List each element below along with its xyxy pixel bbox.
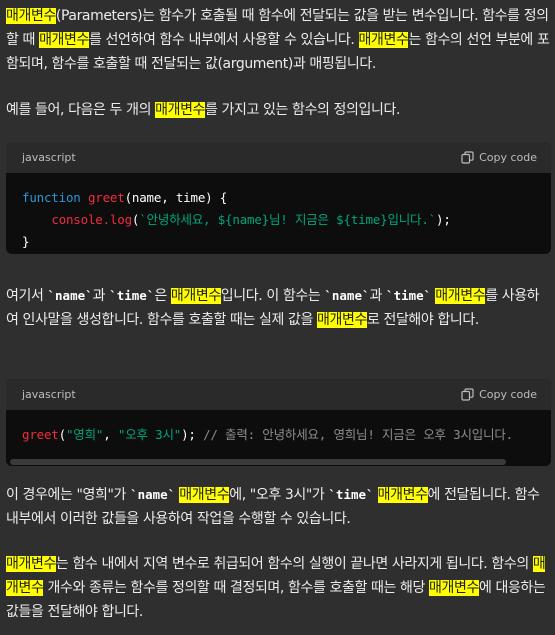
- paragraph-summary: 매개변수는 함수 내에서 지역 변수로 취급되어 함수의 실행이 끝나면 사라지…: [6, 556, 546, 620]
- inline-code: `name`: [324, 288, 370, 303]
- highlight-term: 매개변수: [429, 580, 479, 596]
- inline-code: `time`: [386, 288, 432, 303]
- scrollbar-thumb[interactable]: [10, 459, 506, 465]
- code-content: function greet(name, time) { console.log…: [22, 190, 451, 249]
- highlight-term: 매개변수: [6, 8, 56, 24]
- code-header: javascript Copy code: [6, 142, 551, 173]
- copy-code-button[interactable]: Copy code: [461, 388, 537, 401]
- highlight-term: 매개변수: [6, 556, 56, 572]
- inline-code: `time`: [328, 487, 374, 502]
- inline-code: `name`: [130, 487, 176, 502]
- clipboard-icon: [461, 151, 474, 164]
- paragraph-explanation: 여기서 `name`과 `time`은 매개변수입니다. 이 함수는 `name…: [6, 288, 540, 328]
- code-language-label: javascript: [22, 388, 76, 401]
- highlight-term: 매개변수: [155, 102, 206, 118]
- clipboard-icon: [461, 388, 474, 401]
- code-block-call: javascript Copy code greet("영희", "오후 3시"…: [6, 379, 551, 466]
- highlight-term: 매개변수: [358, 32, 409, 48]
- highlight-term: 매개변수: [435, 288, 486, 304]
- copy-code-label: Copy code: [479, 388, 537, 401]
- copy-code-label: Copy code: [479, 151, 537, 164]
- code-content: greet("영희", "오후 3시"); // 출력: 안녕하세요, 영희님!…: [22, 427, 514, 442]
- paragraph-example-intro: 예를 들어, 다음은 두 개의 매개변수를 가지고 있는 함수의 정의입니다.: [6, 102, 401, 118]
- paragraph-intro: 매개변수(Parameters)는 함수가 호출될 때 함수에 전달되는 값을 …: [6, 8, 550, 72]
- inline-code: `time`: [109, 288, 155, 303]
- paragraph-case: 이 경우에는 "영희"가 `name` 매개변수에, "오후 3시"가 `tim…: [6, 487, 540, 527]
- inline-code: `name`: [47, 288, 93, 303]
- copy-code-button[interactable]: Copy code: [461, 151, 537, 164]
- code-language-label: javascript: [22, 151, 76, 164]
- highlight-term: 매개변수: [317, 312, 367, 328]
- highlight-term: 매개변수: [170, 288, 221, 304]
- code-block-function: javascript Copy code function greet(name…: [6, 142, 551, 254]
- horizontal-scrollbar[interactable]: [6, 458, 551, 466]
- code-header: javascript Copy code: [6, 379, 551, 410]
- highlight-term: 매개변수: [39, 32, 89, 48]
- highlight-term: 매개변수: [179, 487, 230, 503]
- highlight-term: 매개변수: [377, 487, 428, 503]
